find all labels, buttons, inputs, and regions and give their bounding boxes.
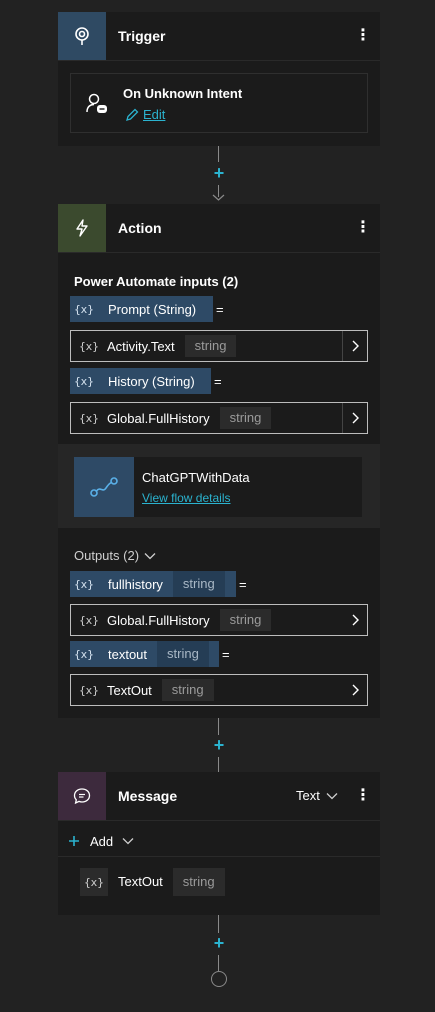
variable-icon: {x} xyxy=(79,613,99,627)
trigger-intent-box[interactable]: On Unknown Intent Edit xyxy=(70,73,368,133)
lightning-icon xyxy=(58,204,106,252)
equals-sign: = xyxy=(222,647,230,662)
trigger-icon xyxy=(58,12,106,60)
output-variable-fullhistory: {x} fullhistory string xyxy=(70,571,236,597)
variable-icon: {x} xyxy=(79,683,99,697)
output-var-name: fullhistory xyxy=(108,576,163,592)
outputs-title: Outputs (2) xyxy=(74,548,140,563)
output-value-field[interactable]: {x} Global.FullHistory string xyxy=(70,604,368,636)
message-variable-chip[interactable]: {x} TextOut string xyxy=(80,868,225,896)
message-more-button[interactable]: ⋮ xyxy=(355,772,371,820)
message-var-name: TextOut xyxy=(108,868,173,896)
variable-icon: {x} xyxy=(79,411,99,425)
input-param-label: Prompt (String) xyxy=(108,301,197,317)
variable-icon: {x} xyxy=(79,339,99,353)
add-label: Add xyxy=(90,833,114,849)
action-card[interactable]: Action ⋮ Power Automate inputs (2) {x} P… xyxy=(58,204,380,718)
edit-link[interactable]: Edit xyxy=(125,107,165,122)
output-value-name: Global.FullHistory xyxy=(107,612,210,628)
view-flow-details-link[interactable]: View flow details xyxy=(142,491,231,505)
add-button[interactable]: Add xyxy=(68,830,134,852)
output-value-type: string xyxy=(161,679,214,701)
chevron-right-icon[interactable] xyxy=(343,605,367,635)
chevron-right-icon[interactable] xyxy=(343,675,367,705)
input-value-type: string xyxy=(184,335,237,357)
input-value-name: Global.FullHistory xyxy=(107,410,210,426)
output-value-field[interactable]: {x} TextOut string xyxy=(70,674,368,706)
trigger-more-button[interactable]: ⋮ xyxy=(355,12,371,60)
variable-icon: {x} xyxy=(74,577,94,591)
trigger-card[interactable]: Trigger ⋮ On Unknown Intent Edit xyxy=(58,12,380,146)
chevron-right-icon[interactable] xyxy=(342,403,367,433)
message-var-type: string xyxy=(182,874,215,889)
message-mode-dropdown[interactable]: Text xyxy=(296,772,338,820)
input-value-type: string xyxy=(219,407,272,429)
connector-line xyxy=(218,146,219,162)
plus-icon xyxy=(69,836,79,846)
action-title: Action xyxy=(118,220,162,236)
equals-sign: = xyxy=(216,302,224,317)
chevron-down-icon xyxy=(122,838,134,845)
message-mode-label: Text xyxy=(296,788,320,803)
add-node-button[interactable]: + xyxy=(209,933,229,954)
action-header: Action ⋮ xyxy=(58,204,380,253)
end-node xyxy=(211,971,227,987)
message-card[interactable]: Message Text ⋮ Add {x} TextOut string xyxy=(58,772,380,915)
message-title: Message xyxy=(118,788,178,804)
chevron-down-icon xyxy=(144,552,156,559)
flow-icon xyxy=(74,457,134,517)
output-value-type: string xyxy=(219,609,272,631)
person-chat-icon xyxy=(85,92,109,121)
variable-icon: {x} xyxy=(74,302,94,316)
arrow-down-icon xyxy=(212,194,225,201)
flow-section: ChatGPTWithData View flow details xyxy=(58,444,380,528)
variable-icon: {x} xyxy=(84,875,104,889)
add-node-button[interactable]: + xyxy=(209,163,229,184)
variable-icon: {x} xyxy=(74,647,94,661)
equals-sign: = xyxy=(239,577,247,592)
message-header: Message Text ⋮ xyxy=(58,772,380,821)
divider xyxy=(58,856,380,857)
connector-line xyxy=(218,718,219,735)
intent-title: On Unknown Intent xyxy=(123,86,243,101)
output-var-type: string xyxy=(157,641,209,667)
connector-line xyxy=(218,915,219,933)
flow-name: ChatGPTWithData xyxy=(142,470,250,485)
output-variable-textout: {x} textout string xyxy=(70,641,219,667)
input-param-label: History (String) xyxy=(108,373,195,389)
outputs-toggle[interactable]: Outputs (2) xyxy=(74,548,156,563)
connector-line xyxy=(218,955,219,971)
chevron-down-icon xyxy=(326,793,338,800)
output-var-type: string xyxy=(172,571,225,597)
input-value-name: Activity.Text xyxy=(107,338,175,354)
action-more-button[interactable]: ⋮ xyxy=(355,204,371,252)
equals-sign: = xyxy=(214,374,222,389)
input-value-field[interactable]: {x} Activity.Text string xyxy=(70,330,368,362)
edit-link-label[interactable]: Edit xyxy=(143,107,165,122)
chat-bubble-icon xyxy=(58,772,106,820)
add-node-button[interactable]: + xyxy=(209,735,229,756)
trigger-title: Trigger xyxy=(118,28,166,44)
pencil-icon xyxy=(125,108,139,122)
flow-card[interactable]: ChatGPTWithData View flow details xyxy=(74,457,362,517)
input-param-prompt: {x} Prompt (String) xyxy=(70,296,213,322)
input-param-history: {x} History (String) xyxy=(70,368,211,394)
trigger-header: Trigger ⋮ xyxy=(58,12,380,61)
variable-icon: {x} xyxy=(74,374,94,388)
inputs-title: Power Automate inputs (2) xyxy=(74,274,239,289)
input-value-field[interactable]: {x} Global.FullHistory string xyxy=(70,402,368,434)
output-value-name: TextOut xyxy=(107,682,152,698)
connector-line xyxy=(218,757,219,772)
chevron-right-icon[interactable] xyxy=(342,331,367,361)
output-var-name: textout xyxy=(108,646,148,662)
